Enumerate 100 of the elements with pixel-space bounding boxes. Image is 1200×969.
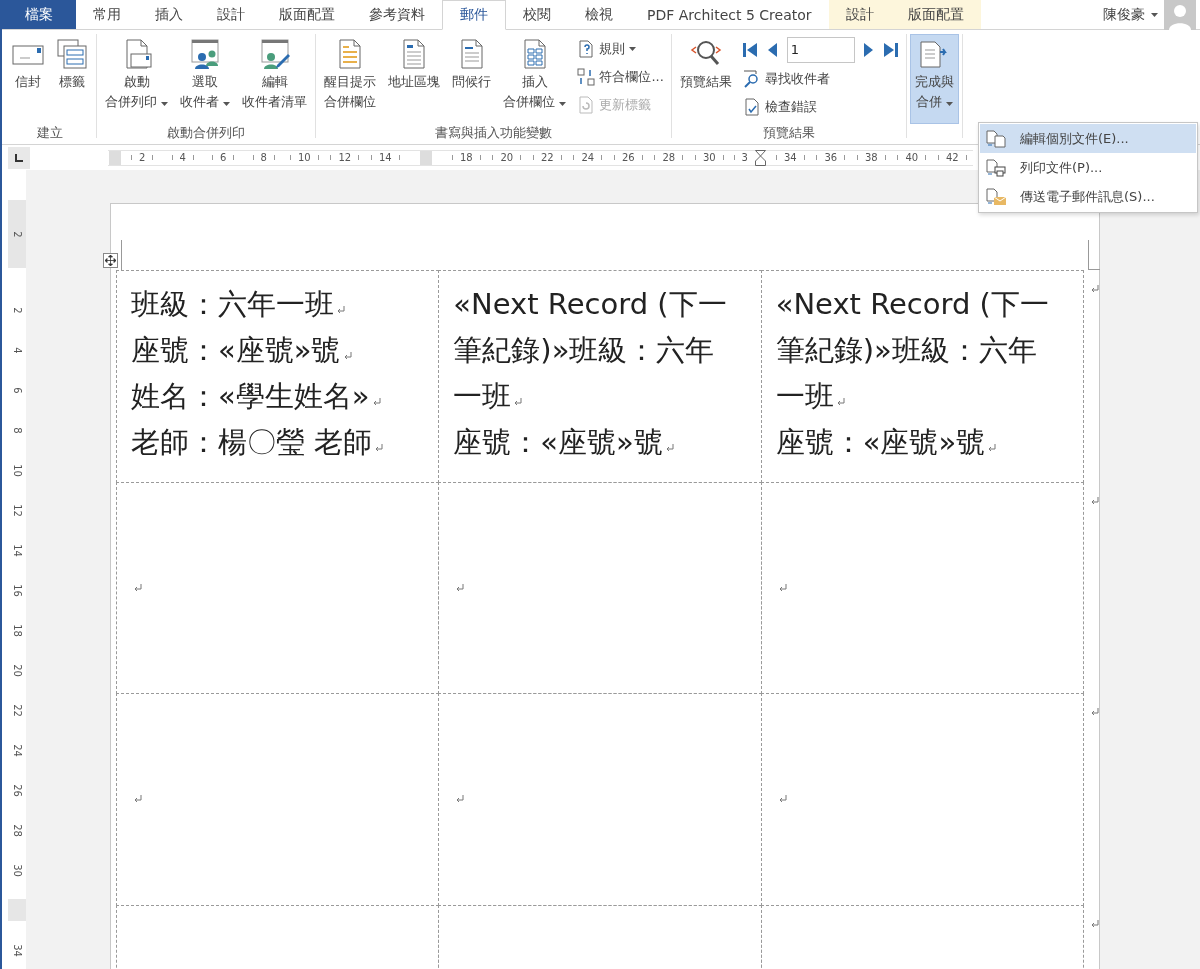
- margin-marker[interactable]: [109, 150, 121, 165]
- ruler-number: 28: [662, 152, 676, 163]
- record-number-field[interactable]: 1: [786, 36, 855, 63]
- ruler-number: 36: [824, 152, 838, 163]
- paragraph-mark-icon: [777, 795, 787, 804]
- ruler-number: 24: [581, 152, 595, 163]
- paragraph-mark-icon: [336, 306, 345, 314]
- user-name[interactable]: 陳俊豪: [1103, 5, 1145, 24]
- ribbon-tab[interactable]: 檢視: [568, 0, 630, 29]
- caret-icon: [1151, 12, 1158, 17]
- ribbon-tab[interactable]: 參考資料: [352, 0, 442, 29]
- ruler-number: 42: [945, 152, 959, 163]
- ruler-number: 3: [741, 152, 748, 163]
- first-record-icon[interactable]: [742, 41, 759, 58]
- ruler-number: 22: [11, 703, 23, 717]
- paragraph-mark-icon: [513, 398, 523, 406]
- ribbon-button[interactable]: 醒目提示 合併欄位: [319, 34, 382, 124]
- ribbon-tab[interactable]: 郵件: [442, 0, 506, 30]
- ribbon-button[interactable]: 標籤: [51, 34, 93, 124]
- paragraph-mark-icon: [133, 795, 142, 804]
- ribbon-tab[interactable]: 設計: [200, 0, 262, 29]
- ruler-number: 4: [179, 152, 186, 163]
- move-icon: [105, 255, 116, 266]
- paragraph-mark-icon: [374, 444, 384, 452]
- group-label: 書寫與插入功能變數: [434, 124, 554, 142]
- menu-item[interactable]: 編輯個別文件(E)...: [980, 124, 1196, 153]
- paragraph-mark-icon: [371, 398, 381, 406]
- last-record-icon[interactable]: [882, 41, 899, 58]
- indent-marker-icon[interactable]: [754, 149, 766, 166]
- paragraph-mark-icon: [664, 444, 674, 452]
- ruler-number: 8: [11, 426, 23, 434]
- ribbon-tab[interactable]: 版面配置: [262, 0, 352, 29]
- label-text: 老師：楊〇瑩 老師: [131, 419, 411, 465]
- ribbon-button[interactable]: 完成與 合併: [909, 34, 959, 124]
- label-sheet-icon: [56, 38, 88, 70]
- ribbon-tab[interactable]: PDF Architect 5 Creator: [630, 0, 829, 29]
- ribbon-button[interactable]: 插入 合併欄位: [498, 34, 572, 124]
- ruler-number: 10: [297, 152, 311, 163]
- ribbon-tab[interactable]: 版面配置: [890, 0, 981, 29]
- paragraph-mark-icon: [1090, 919, 1099, 928]
- ribbon-button[interactable]: 規則: [577, 36, 664, 61]
- check-document-icon: [742, 97, 761, 116]
- ruler-number: 28: [11, 823, 23, 837]
- ribbon-button[interactable]: 預覽結果: [674, 34, 737, 124]
- ribbon-button[interactable]: 信封: [7, 34, 49, 124]
- ruler-number: 6: [220, 152, 227, 163]
- ribbon-button[interactable]: 選取 收件者: [175, 34, 236, 124]
- documents-icon: [986, 129, 1006, 148]
- question-document-icon: [577, 39, 596, 58]
- paragraph-mark-icon: [1090, 708, 1099, 716]
- ribbon-button[interactable]: 尋找收件者: [742, 66, 899, 91]
- ribbon-button[interactable]: 符合欄位...: [577, 64, 664, 89]
- label-text: 姓名：«學生姓名»: [131, 373, 411, 419]
- ruler-number: 24: [11, 743, 23, 757]
- ruler-number: 38: [864, 152, 878, 163]
- ribbon-button[interactable]: 地址區塊: [383, 34, 446, 124]
- label-text: «Next Record (下一筆紀錄)»班級：六年一班: [775, 286, 1050, 415]
- ruler-number: 18: [459, 152, 473, 163]
- ruler-number: 2: [139, 152, 146, 163]
- ruler-number: 16: [11, 583, 23, 597]
- paragraph-mark-icon: [987, 444, 997, 452]
- margin-marker[interactable]: [419, 150, 432, 165]
- ruler-number: 26: [621, 152, 635, 163]
- ruler-number: 14: [11, 543, 23, 557]
- menu-item[interactable]: 傳送電子郵件訊息(S)...: [980, 182, 1196, 211]
- ruler-number: 34: [783, 152, 797, 163]
- ruler-number: 14: [378, 152, 392, 163]
- label-text: «Next Record (下一筆紀錄)»班級：六年一班: [453, 286, 728, 415]
- ruler-number: 2: [11, 230, 23, 238]
- ruler-number: 8: [260, 152, 267, 163]
- paragraph-mark-icon: [835, 398, 845, 406]
- ribbon-tab[interactable]: 常用: [76, 0, 138, 29]
- ruler-number: 12: [11, 503, 23, 517]
- ruler-number: 10: [11, 463, 23, 477]
- tab-stop-button[interactable]: [8, 146, 30, 169]
- margin-marker[interactable]: [8, 899, 26, 921]
- ribbon-button[interactable]: 問候行: [447, 34, 497, 124]
- ruler-number: 34: [11, 943, 23, 957]
- find-recipient-icon: [742, 69, 761, 88]
- ribbon-tab[interactable]: 校閱: [506, 0, 568, 29]
- ruler-number: 2: [11, 306, 23, 314]
- table-move-handle[interactable]: [103, 253, 118, 268]
- paragraph-mark-icon: [777, 583, 787, 592]
- paragraph-mark-icon: [1090, 285, 1099, 293]
- label-text: 座號：«座號»號: [775, 419, 1055, 465]
- ribbon-button[interactable]: 編輯 收件者清單: [237, 34, 313, 124]
- ribbon-tab[interactable]: 插入: [138, 0, 200, 29]
- ruler-number: 22: [540, 152, 554, 163]
- refresh-document-icon: [577, 95, 596, 114]
- file-tab[interactable]: 檔案: [2, 0, 76, 29]
- paragraph-mark-icon: [342, 352, 352, 360]
- ribbon-button[interactable]: 檢查錯誤: [742, 94, 899, 119]
- ribbon-button[interactable]: 啟動 合併列印: [100, 34, 174, 124]
- menu-item[interactable]: 列印文件(P)...: [980, 153, 1196, 182]
- ribbon-tab[interactable]: 設計: [828, 0, 891, 29]
- printer-icon: [986, 158, 1006, 177]
- group-label: 建立: [36, 124, 64, 142]
- ruler-number: 26: [11, 783, 23, 797]
- ruler-number: 30: [702, 152, 716, 163]
- ruler-number: 12: [338, 152, 352, 163]
